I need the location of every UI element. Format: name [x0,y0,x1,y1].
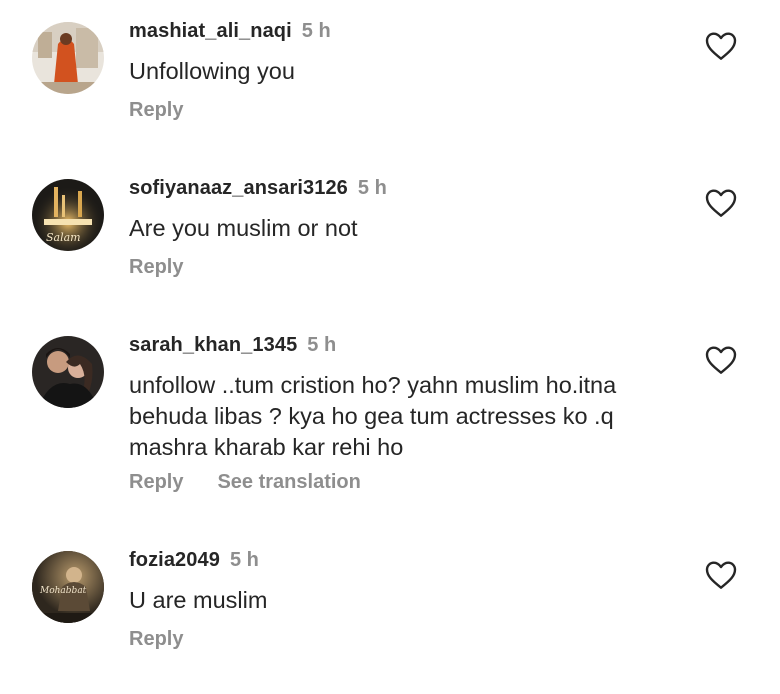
heart-outline-icon[interactable] [705,345,737,375]
heart-outline-icon[interactable] [705,188,737,218]
comment-text: U are muslim [129,587,268,613]
comment-actions: Reply See translation [129,471,361,494]
heart-outline-icon[interactable] [705,31,737,61]
timestamp: 5 h [357,177,387,199]
comment-header: mashiat_ali_naqi 5 h [129,20,331,43]
svg-text:Mohabbat: Mohabbat [39,586,87,596]
comment-text: unfollow ..tum cristion ho? yahn muslim … [129,372,617,460]
comment-header: sofiyanaaz_ansari3126 5 h [129,177,387,200]
comment-item: Salam sofiyanaaz_ansari3126 5 h Are you m… [0,150,780,310]
username[interactable]: sarah_khan_1345 [129,334,297,356]
comment-actions: Reply [129,628,183,651]
comment-actions: Reply [129,256,183,279]
comment-actions: Reply [129,99,183,122]
avatar[interactable] [32,22,104,94]
comment-header: fozia2049 5 h [129,549,259,572]
avatar[interactable]: Mohabbat [32,551,104,623]
username[interactable]: fozia2049 [129,549,220,571]
see-translation-button[interactable]: See translation [217,471,360,493]
timestamp: 5 h [301,20,331,42]
reply-button[interactable]: Reply [129,628,183,650]
comment-text: Are you muslim or not [129,215,358,241]
heart-outline-icon[interactable] [705,560,737,590]
comment-item: mashiat_ali_naqi 5 h Unfollowing you Repl… [0,0,780,150]
comment-header: sarah_khan_1345 5 h [129,334,336,357]
username[interactable]: mashiat_ali_naqi [129,20,292,42]
avatar[interactable] [32,336,104,408]
timestamp: 5 h [229,549,259,571]
svg-text:Salam: Salam [46,231,81,244]
comment-text: Unfollowing you [129,58,295,84]
reply-button[interactable]: Reply [129,99,183,121]
comment-item: sarah_khan_1345 5 h unfollow ..tum cristi… [0,310,780,532]
reply-button[interactable]: Reply [129,471,183,493]
avatar[interactable]: Salam [32,179,104,251]
comment-item: Mohabbat fozia2049 5 h U are muslim Reply [0,532,780,694]
username[interactable]: sofiyanaaz_ansari3126 [129,177,348,199]
reply-button[interactable]: Reply [129,256,183,278]
timestamp: 5 h [307,334,337,356]
